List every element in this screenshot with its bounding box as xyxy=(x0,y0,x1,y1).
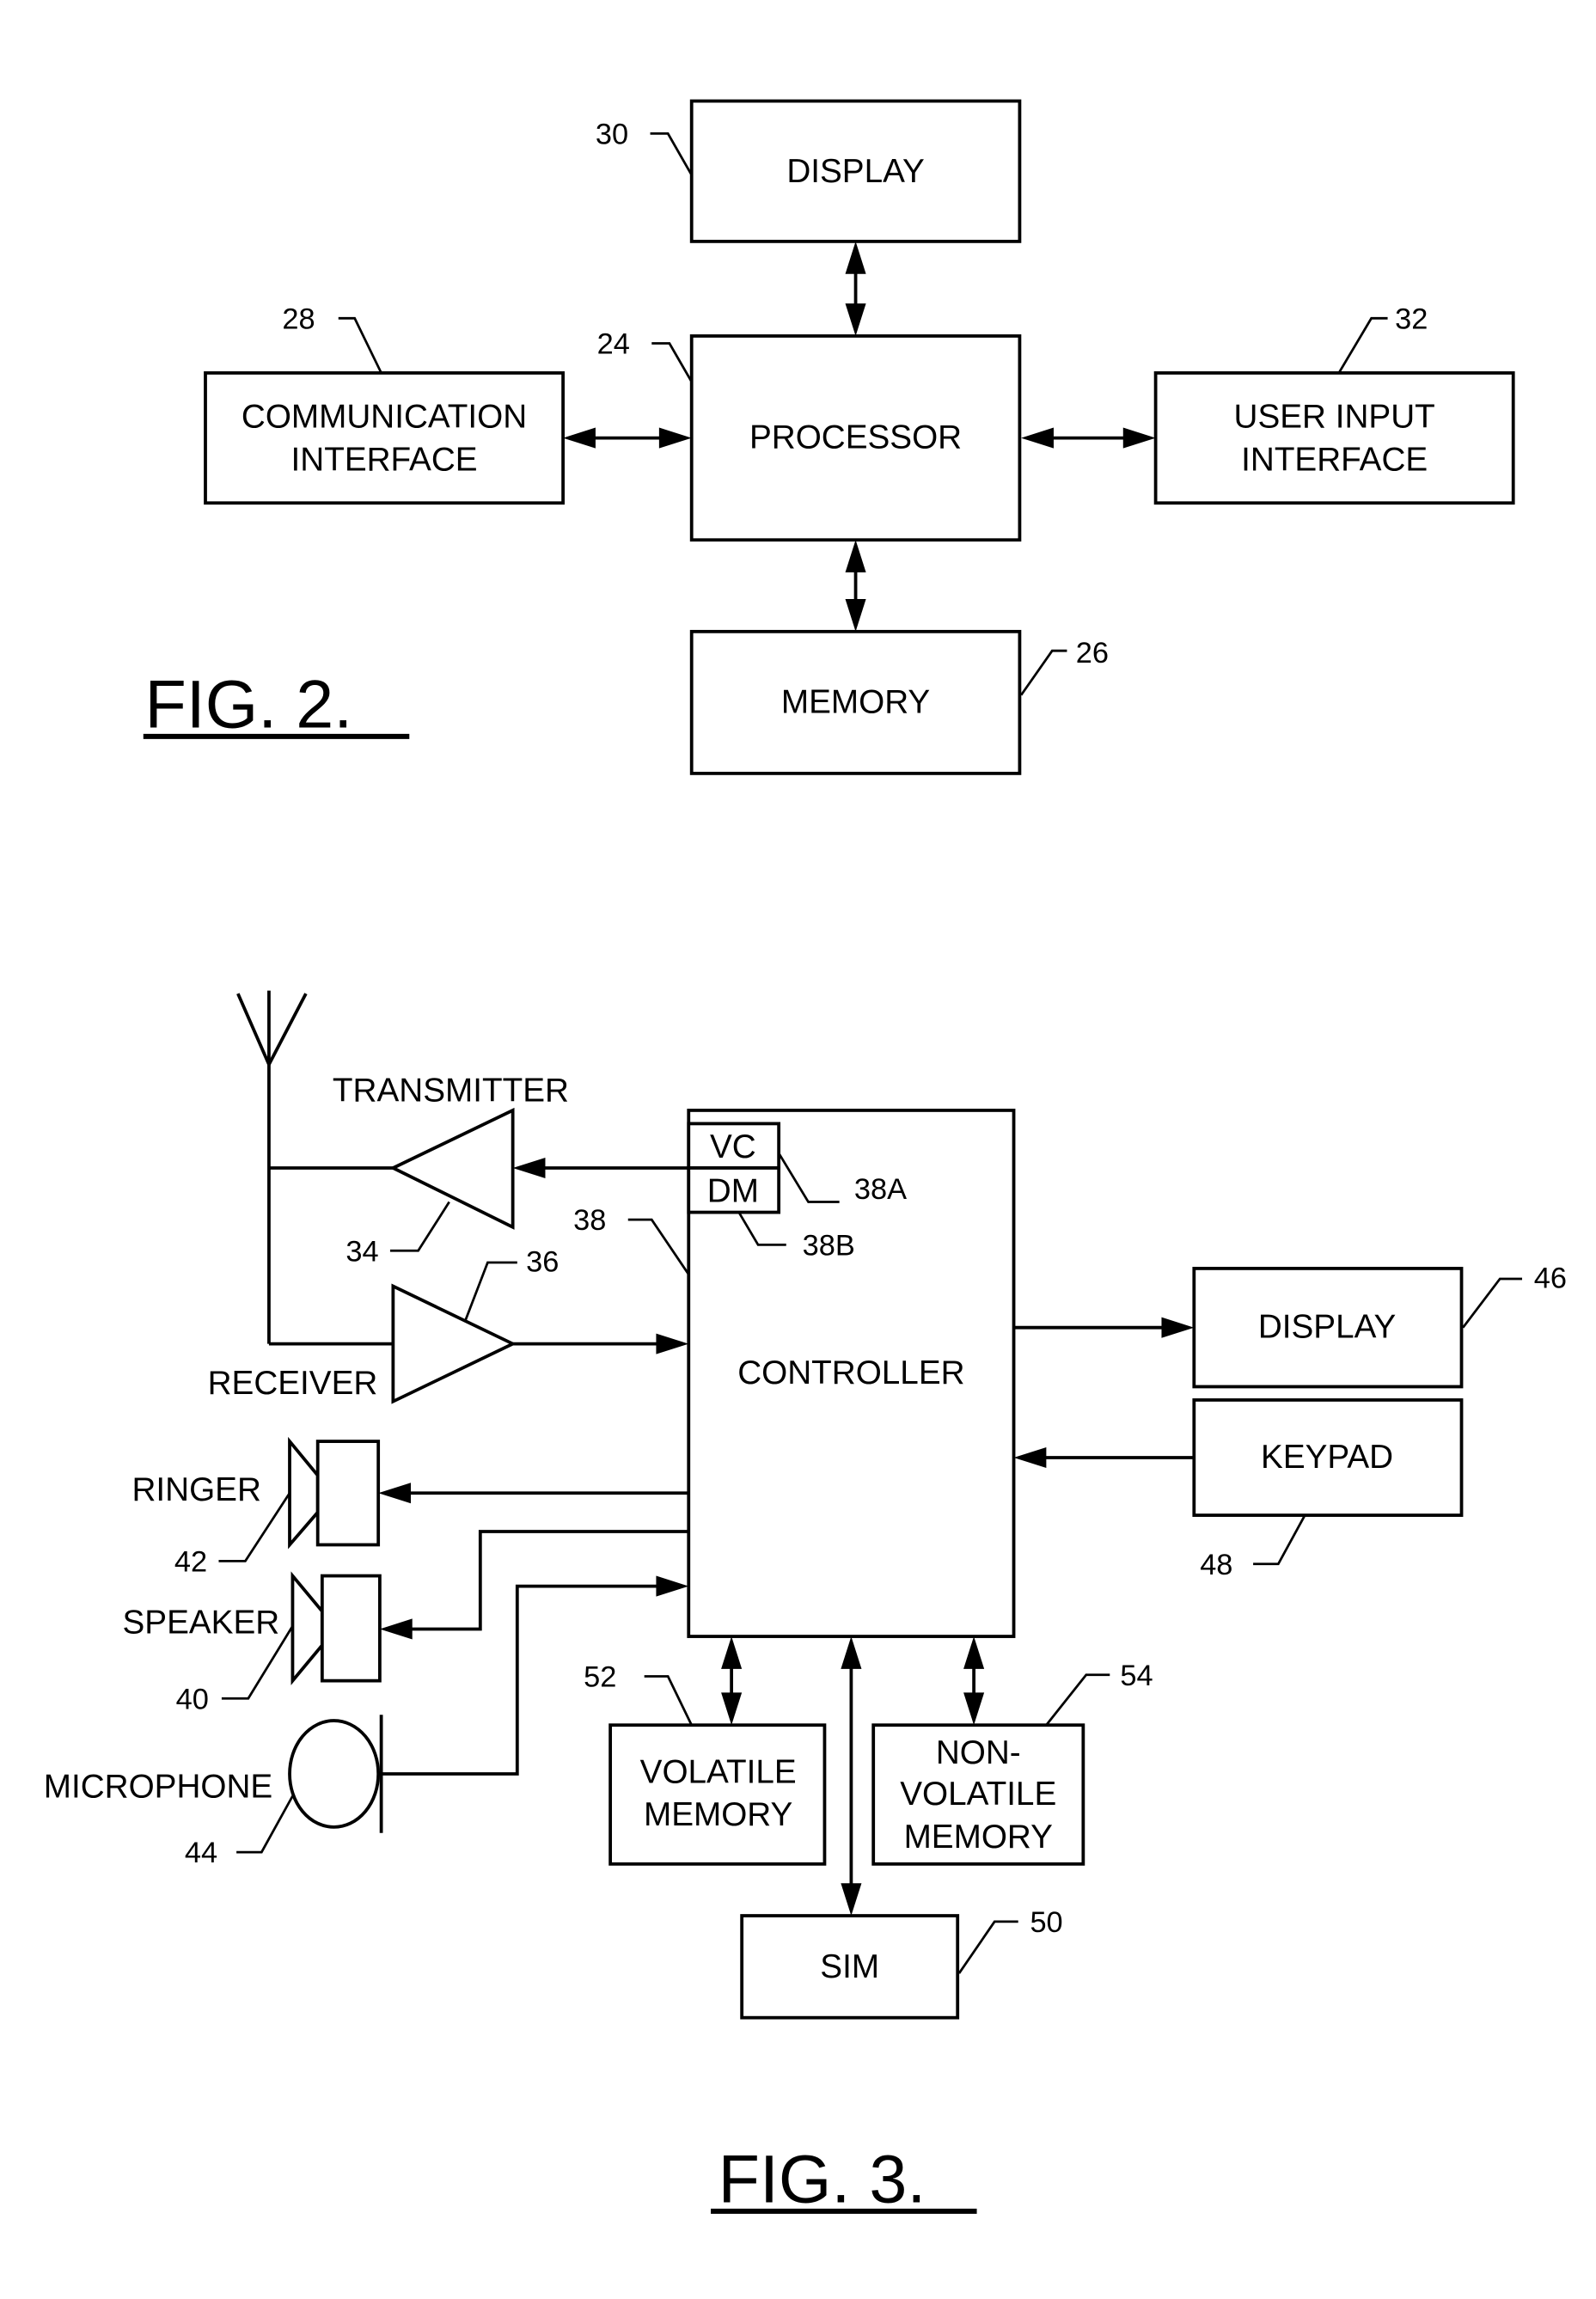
fig3-ringer: RINGER xyxy=(131,1436,381,1550)
fig2-display-label: DISPLAY xyxy=(786,153,924,190)
fig3-sim-block: SIM xyxy=(740,1914,960,2020)
fig3-arrow-controller-sim xyxy=(841,1636,862,1917)
fig2-leader-32 xyxy=(1337,316,1388,374)
fig3-ref-38a: 38A xyxy=(854,1173,907,1206)
fig3-leader-36 xyxy=(464,1261,517,1321)
fig3-receiver-label: RECEIVER xyxy=(208,1365,378,1402)
patent-drawing-sheet: DISPLAY 30 PROCESSOR 24 MEMORY 26 COMMUN… xyxy=(44,99,1567,2217)
fig3-speaker: SPEAKER xyxy=(122,1571,382,1685)
fig3-vc-block: VC xyxy=(687,1122,781,1170)
fig3-display-label: DISPLAY xyxy=(1258,1309,1396,1346)
ringer-speaker-icon xyxy=(288,1436,381,1550)
fig3-arrow-controller-display xyxy=(1013,1317,1195,1338)
fig3-leader-34 xyxy=(389,1201,450,1252)
fig2-processor-block: PROCESSOR xyxy=(689,334,1022,542)
fig2-leader-26 xyxy=(1020,649,1067,696)
fig3-display-block: DISPLAY xyxy=(1192,1267,1464,1389)
fig3-controller-label: CONTROLLER xyxy=(737,1354,964,1391)
fig3-caption: FIG. 3. xyxy=(719,2141,926,2217)
fig2-memory-label: MEMORY xyxy=(781,683,930,720)
fig3-ref-36: 36 xyxy=(526,1245,559,1278)
fig2-user-input-interface-block: USER INPUT INTERFACE xyxy=(1153,371,1515,505)
fig2-arrow-processor-memory xyxy=(845,540,866,632)
fig3-ref-40: 40 xyxy=(176,1683,209,1715)
fig2-uii-label-line1: USER INPUT xyxy=(1234,399,1435,436)
fig3-arrow-controller-volatile xyxy=(721,1636,743,1726)
fig2-ref-30: 30 xyxy=(596,118,628,150)
fig2-comm-label-line2: INTERFACE xyxy=(291,441,478,478)
fig3-keypad-block: KEYPAD xyxy=(1192,1398,1464,1517)
fig2-arrow-comm-processor xyxy=(563,427,692,449)
microphone-icon xyxy=(288,1715,383,1833)
receiver-amplifier-icon xyxy=(391,1283,517,1404)
fig3-leader-50 xyxy=(957,1920,1018,1974)
fig3-volatile-memory-block: VOLATILE MEMORY xyxy=(608,1723,827,1866)
fig3-microphone-label: MICROPHONE xyxy=(44,1768,272,1805)
fig2-memory-block: MEMORY xyxy=(689,629,1022,775)
fig3-ref-34: 34 xyxy=(345,1235,378,1268)
fig3-keypad-label: KEYPAD xyxy=(1261,1439,1393,1476)
fig3-arrow-controller-nonvolatile xyxy=(963,1636,985,1726)
fig3-arrow-controller-ringer xyxy=(378,1483,689,1504)
speaker-icon xyxy=(290,1571,382,1685)
fig3-sim-label: SIM xyxy=(820,1948,879,1985)
fig3-transmitter-label: TRANSMITTER xyxy=(333,1073,569,1110)
fig2-caption: FIG. 2. xyxy=(145,666,353,743)
fig3-ref-46: 46 xyxy=(1534,1262,1567,1294)
fig2-communication-interface-block: COMMUNICATION INTERFACE xyxy=(204,371,565,505)
fig3-leader-52 xyxy=(644,1675,693,1726)
fig2-arrow-display-processor xyxy=(845,241,866,336)
fig3-ref-50: 50 xyxy=(1030,1906,1062,1939)
fig3-volatile-label-line1: VOLATILE xyxy=(640,1753,797,1790)
fig2-ref-28: 28 xyxy=(282,303,315,335)
fig3-vc-label: VC xyxy=(710,1128,756,1165)
fig2-processor-label: PROCESSOR xyxy=(749,419,962,456)
fig2-leader-28 xyxy=(338,316,382,374)
transmitter-amplifier-icon xyxy=(389,1107,515,1230)
fig2-comm-label-line1: COMMUNICATION xyxy=(242,399,527,436)
fig2: DISPLAY 30 PROCESSOR 24 MEMORY 26 COMMUN… xyxy=(143,99,1515,775)
fig2-ref-32: 32 xyxy=(1395,303,1428,335)
fig2-ref-24: 24 xyxy=(597,328,630,361)
fig3-ref-48: 48 xyxy=(1200,1549,1232,1581)
fig3-ringer-label: RINGER xyxy=(131,1471,260,1508)
fig3-ref-52: 52 xyxy=(584,1661,616,1694)
fig3-arrow-vc-transmitter xyxy=(512,1157,689,1179)
fig3-leader-46 xyxy=(1462,1277,1523,1329)
fig3-transmitter: TRANSMITTER xyxy=(268,1073,569,1230)
fig3-nonvolatile-label-line3: MEMORY xyxy=(904,1819,1053,1856)
fig2-display-block: DISPLAY xyxy=(689,99,1022,243)
fig3-leader-38 xyxy=(627,1218,690,1275)
fig2-arrow-processor-uii xyxy=(1021,427,1156,449)
fig3-ref-44: 44 xyxy=(185,1837,217,1869)
fig3-non-volatile-memory-block: NON- VOLATILE MEMORY xyxy=(871,1723,1085,1866)
fig3-leader-48 xyxy=(1253,1514,1306,1566)
fig3-arrow-keypad-controller xyxy=(1013,1446,1195,1469)
fig3-dm-label: DM xyxy=(707,1173,759,1210)
fig3-arrow-receiver-controller xyxy=(512,1333,689,1354)
fig3-ref-38: 38 xyxy=(573,1204,606,1237)
fig3-ref-42: 42 xyxy=(174,1545,207,1578)
fig2-leader-24 xyxy=(651,342,693,382)
fig3-nonvolatile-label-line1: NON- xyxy=(936,1734,1021,1771)
fig3: CONTROLLER 38 VC DM 38A 38B TRANSMITTER xyxy=(44,990,1567,2217)
fig3-receiver: RECEIVER xyxy=(208,1283,517,1404)
fig3-volatile-label-line2: MEMORY xyxy=(644,1796,792,1833)
fig3-ref-38b: 38B xyxy=(803,1229,855,1262)
fig3-microphone: MICROPHONE xyxy=(44,1715,383,1833)
fig2-leader-30 xyxy=(650,132,693,176)
fig3-nonvolatile-label-line2: VOLATILE xyxy=(900,1776,1056,1813)
fig3-ref-54: 54 xyxy=(1120,1660,1153,1692)
fig3-dm-block: DM xyxy=(687,1166,781,1214)
fig2-uii-label-line2: INTERFACE xyxy=(1241,441,1428,478)
fig2-ref-26: 26 xyxy=(1076,637,1109,670)
fig3-leader-54 xyxy=(1045,1673,1110,1727)
fig3-speaker-label: SPEAKER xyxy=(122,1605,279,1642)
